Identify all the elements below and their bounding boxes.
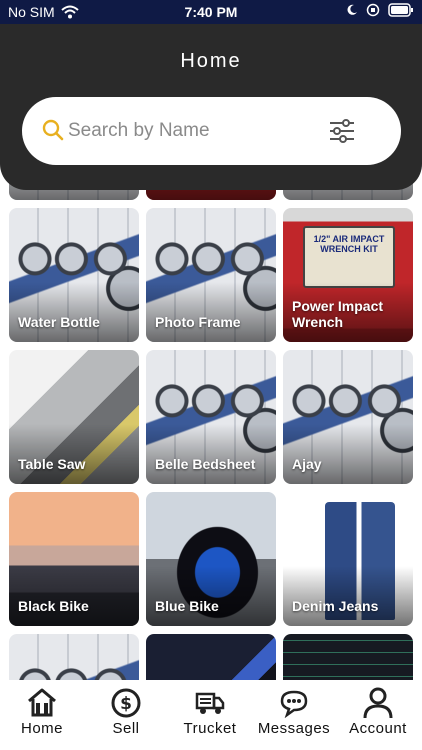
product-tile[interactable] <box>283 634 413 680</box>
product-tile-table-saw[interactable]: Table Saw <box>9 350 139 484</box>
nav-label: Account <box>349 720 407 737</box>
tile-shade <box>146 424 276 484</box>
bottom-nav: Home $ Sell Trucket Messages Account <box>0 680 422 750</box>
truck-icon <box>195 692 225 714</box>
product-grid: Water Bottle Photo Frame 1/2" AIR IMPACT… <box>0 176 422 680</box>
svg-text:$: $ <box>120 694 132 714</box>
nav-label: Sell <box>112 720 140 737</box>
product-tile[interactable] <box>9 634 139 680</box>
tile-shade <box>146 566 276 626</box>
moon-icon <box>347 4 357 15</box>
product-name: Photo Frame <box>155 314 241 330</box>
tile-shade <box>146 282 276 342</box>
tile-shade <box>9 282 139 342</box>
tile-shade <box>283 424 413 484</box>
nav-messages[interactable]: Messages <box>252 686 336 737</box>
nav-home[interactable]: Home <box>0 686 84 737</box>
product-name: Table Saw <box>18 456 86 472</box>
tile-shade <box>283 566 413 626</box>
wrench-kit-box: 1/2" AIR IMPACT WRENCH KIT <box>303 226 395 288</box>
product-tile-blue-bike[interactable]: Blue Bike <box>146 492 276 626</box>
nav-trucket[interactable]: Trucket <box>168 686 252 737</box>
product-name: Denim Jeans <box>292 598 379 614</box>
status-bar: No SIM 7:40 PM <box>0 0 422 24</box>
dollar-icon: $ <box>111 688 141 718</box>
product-name: Power Impact Wrench <box>292 298 384 330</box>
tile-shade <box>9 566 139 626</box>
product-name: Blue Bike <box>155 598 219 614</box>
search-icon <box>42 119 64 141</box>
product-tile-ajay[interactable]: Ajay <box>283 350 413 484</box>
product-tile-denim-jeans[interactable]: Denim Jeans <box>283 492 413 626</box>
chat-icon <box>280 690 308 718</box>
product-name: Black Bike <box>18 598 89 614</box>
product-tile-water-bottle[interactable]: Water Bottle <box>9 208 139 342</box>
page-title: Home <box>180 50 242 72</box>
user-icon <box>363 687 393 719</box>
nav-label: Messages <box>257 720 331 737</box>
battery-icon <box>388 3 413 17</box>
status-right <box>346 3 414 17</box>
tile-shade <box>9 424 139 484</box>
nav-label: Home <box>20 720 63 737</box>
search-placeholder: Search by Name <box>68 120 210 141</box>
product-name: Ajay <box>292 456 322 472</box>
product-tile[interactable] <box>146 634 276 680</box>
nav-sell[interactable]: $ Sell <box>84 686 168 737</box>
product-tile-black-bike[interactable]: Black Bike <box>9 492 139 626</box>
product-tile-power-impact-wrench[interactable]: 1/2" AIR IMPACT WRENCH KIT Power Impact … <box>283 208 413 342</box>
nav-label: Trucket <box>183 720 237 737</box>
home-icon <box>28 688 56 717</box>
nav-account[interactable]: Account <box>336 686 420 737</box>
product-tile-belle-bedsheet[interactable]: Belle Bedsheet <box>146 350 276 484</box>
header: Home Search by Name <box>0 24 422 190</box>
product-name: Water Bottle <box>18 314 100 330</box>
product-name: Belle Bedsheet <box>155 456 256 472</box>
orientation-lock-icon <box>366 3 380 17</box>
filter-sliders-icon[interactable] <box>329 119 355 143</box>
search-input[interactable]: Search by Name <box>22 97 401 165</box>
product-tile-photo-frame[interactable]: Photo Frame <box>146 208 276 342</box>
